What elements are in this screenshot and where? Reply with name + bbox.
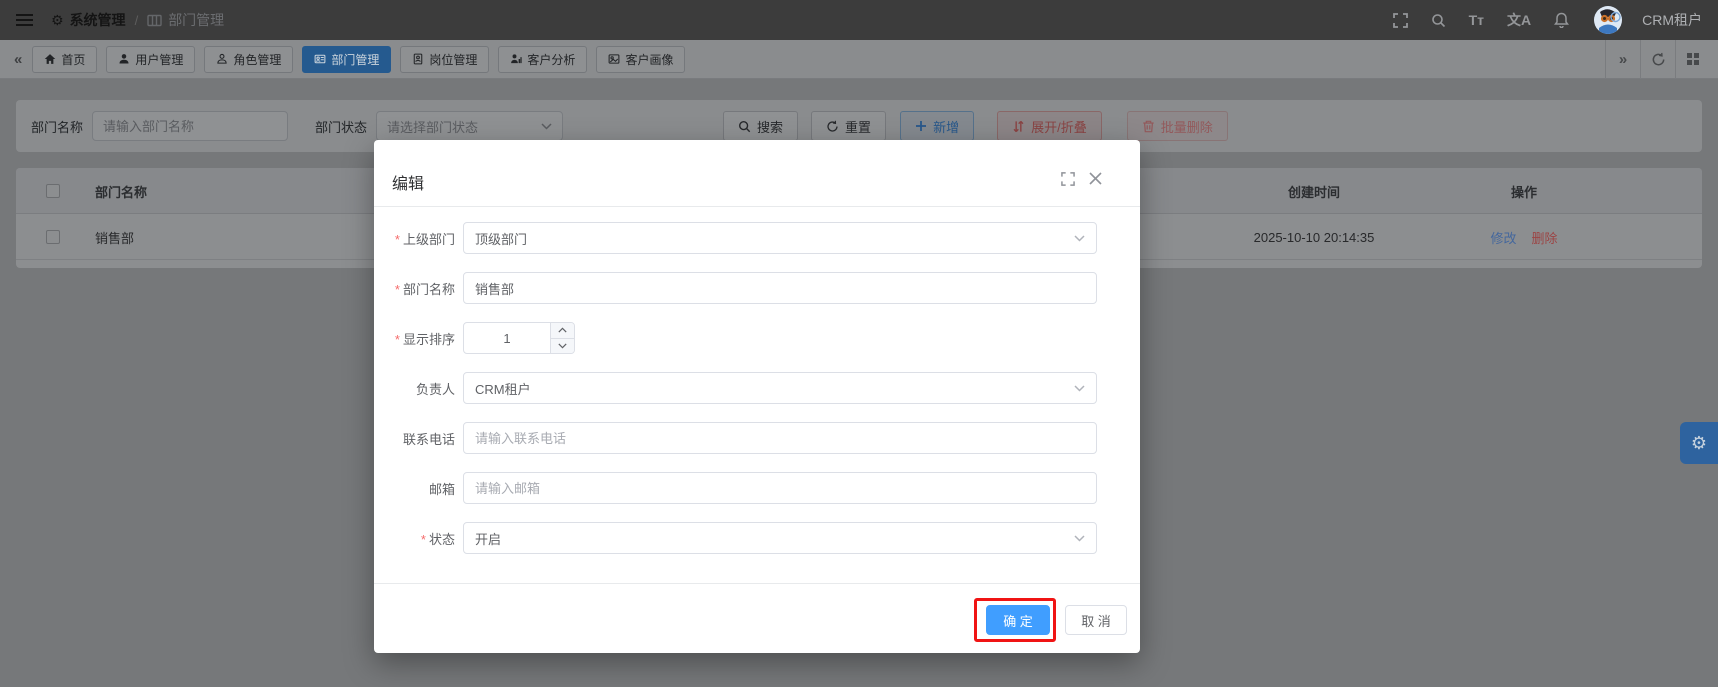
dept-name-field[interactable] — [463, 272, 1097, 304]
dialog-form: *上级部门 顶级部门 *部门名称 *显示排序 1 — [374, 206, 1140, 572]
increase-icon[interactable] — [551, 323, 574, 339]
status-select[interactable]: 开启 — [463, 522, 1097, 554]
breadcrumb-section[interactable]: 系统管理 — [70, 10, 126, 30]
row-checkbox[interactable] — [46, 230, 60, 244]
dialog-footer: 确 定 取 消 — [374, 583, 1140, 653]
dialog-fullscreen-icon[interactable] — [1061, 172, 1075, 186]
home-icon — [45, 54, 56, 64]
dept-status-label: 部门状态 — [315, 119, 368, 135]
tenant-name[interactable]: CRM租户 — [1632, 10, 1702, 30]
user-avatar[interactable] — [1594, 6, 1623, 34]
top-header-bar: ⚙ 系统管理 / 部门管理 Tт 文A CRM租户 — [0, 0, 1718, 40]
leader-select[interactable]: CRM租户 — [463, 372, 1097, 404]
parent-dept-select[interactable]: 顶级部门 — [463, 222, 1097, 254]
font-size-icon[interactable]: Tт — [1469, 13, 1484, 27]
field-phone: 联系电话 — [391, 422, 1097, 454]
cancel-button[interactable]: 取 消 — [1065, 605, 1127, 635]
tabs-scroll-right-icon[interactable]: » — [1605, 39, 1640, 79]
add-button[interactable]: 新增 — [900, 111, 975, 141]
portrait-icon — [609, 54, 620, 64]
column-dept-name: 部门名称 — [95, 184, 148, 200]
header-actions: Tт 文A CRM租户 — [1392, 6, 1702, 34]
field-email: 邮箱 — [391, 472, 1097, 504]
decrease-icon[interactable] — [551, 338, 574, 353]
sort-arrows-icon — [1013, 120, 1024, 132]
search-icon[interactable] — [1431, 13, 1446, 28]
user-icon — [119, 54, 129, 64]
tabbar-tools: » — [1605, 39, 1710, 79]
refresh-icon — [827, 120, 838, 132]
gear-icon: ⚙ — [1690, 432, 1708, 453]
search-button[interactable]: 搜索 — [723, 111, 799, 141]
delete-link[interactable]: 删除 — [1532, 228, 1558, 247]
app-screen: ⚙ 系统管理 / 部门管理 Tт 文A CRM租户 « 首页 用户管理 角色管理… — [0, 0, 1718, 687]
chevron-down-icon — [1074, 534, 1085, 542]
edit-department-dialog: 编辑 * 上级部门 顶级部门 * 部门名称 销售部 * 显示排序 1 负责人 C… — [374, 140, 1140, 653]
tab-post-management[interactable]: 岗位管理 — [400, 45, 490, 73]
dialog-close-icon[interactable] — [1089, 172, 1102, 186]
dialog-title: 编辑 — [392, 176, 425, 193]
chevron-down-icon — [1074, 234, 1085, 242]
trash-icon — [1143, 120, 1154, 132]
chevron-down-icon — [541, 122, 552, 130]
tab-department-management[interactable]: 部门管理 — [302, 45, 392, 73]
refresh-page-icon[interactable] — [1640, 39, 1675, 79]
breadcrumb-page: 部门管理 — [168, 12, 225, 28]
department-icon — [314, 54, 326, 64]
role-icon — [217, 53, 228, 64]
tab-customer-analysis[interactable]: 客户分析 — [498, 45, 588, 73]
breadcrumb: ⚙ 系统管理 / 部门管理 — [51, 10, 224, 30]
field-display-order: * 显示排序 1 — [391, 322, 1097, 354]
department-folder-icon — [147, 14, 162, 27]
tabs-scroll-left-icon[interactable]: « — [8, 51, 28, 68]
tab-user-management[interactable]: 用户管理 — [106, 45, 196, 73]
menu-toggle-icon[interactable] — [16, 13, 33, 27]
tabs-list: 首页 用户管理 角色管理 部门管理 岗位管理 客户分析 客户画像 — [32, 45, 686, 73]
dialog-tools — [1061, 172, 1102, 186]
tab-customer-portrait[interactable]: 客户画像 — [596, 45, 686, 73]
tab-role-management[interactable]: 角色管理 — [204, 45, 294, 73]
translate-icon[interactable]: 文A — [1507, 13, 1531, 27]
analysis-icon — [511, 54, 523, 64]
phone-field[interactable] — [463, 422, 1097, 454]
breadcrumb-separator: / — [134, 12, 139, 28]
edit-link[interactable]: 修改 — [1490, 228, 1516, 247]
theme-settings-button[interactable]: ⚙ — [1680, 422, 1718, 464]
system-gear-icon: ⚙ — [51, 11, 64, 28]
field-status: * 状态 开启 — [391, 522, 1097, 554]
chevron-down-icon — [1074, 384, 1085, 392]
field-parent-dept: * 上级部门 顶级部门 — [391, 222, 1097, 254]
plus-icon — [916, 121, 927, 131]
expand-collapse-button[interactable]: 展开/折叠 — [997, 111, 1102, 141]
field-leader: 负责人 CRM租户 — [391, 372, 1097, 404]
display-order-stepper[interactable]: 1 — [463, 322, 575, 354]
reset-button[interactable]: 重置 — [811, 111, 887, 141]
search-icon — [739, 120, 751, 132]
notification-bell-icon[interactable] — [1554, 12, 1570, 28]
dept-status-select[interactable]: 请选择部门状态 — [376, 111, 564, 141]
fullscreen-icon[interactable] — [1392, 12, 1408, 28]
select-all-checkbox[interactable] — [46, 184, 60, 198]
column-actions: 操作 — [1510, 184, 1537, 200]
dept-name-label: 部门名称 — [31, 119, 84, 135]
post-icon — [414, 53, 423, 65]
dept-name-input[interactable] — [92, 111, 289, 141]
email-field[interactable] — [463, 472, 1097, 504]
batch-delete-button[interactable]: 批量删除 — [1126, 111, 1228, 141]
confirm-button[interactable]: 确 定 — [986, 605, 1050, 635]
page-tab-bar: « 首页 用户管理 角色管理 部门管理 岗位管理 客户分析 客户画像 » — [0, 39, 1718, 79]
field-dept-name: * 部门名称 — [391, 272, 1097, 304]
layout-grid-icon[interactable] — [1675, 39, 1710, 79]
tab-home[interactable]: 首页 — [32, 45, 98, 73]
row-dept-name: 销售部 — [95, 230, 135, 246]
